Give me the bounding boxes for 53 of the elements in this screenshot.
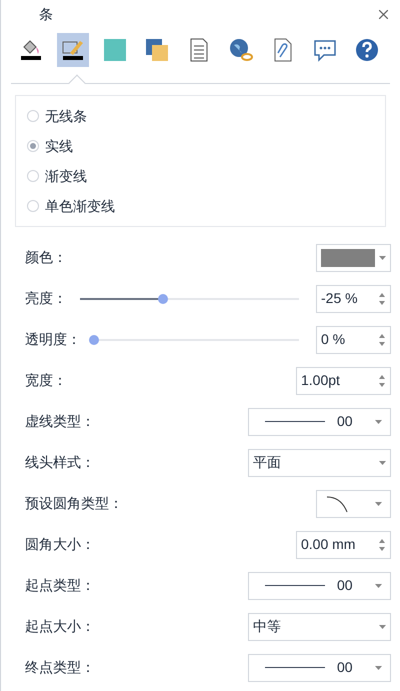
property-label: 透明度： (25, 330, 81, 349)
dropdown[interactable]: 中等 (248, 612, 391, 640)
line-style-dropdown[interactable]: 00 (248, 408, 391, 436)
property-label: 宽度： (25, 371, 67, 390)
line-style-dropdown[interactable]: 00 (248, 654, 391, 682)
property-label: 圆角大小： (25, 535, 95, 554)
radio-button[interactable] (27, 110, 39, 122)
color-picker[interactable] (316, 244, 391, 272)
property-label: 预设圆角类型： (25, 494, 123, 513)
spinner-arrows-icon (378, 372, 386, 388)
caret-icon (375, 666, 382, 670)
property-label: 亮度： (25, 289, 67, 308)
radio-option[interactable]: 单色渐变线 (27, 196, 115, 216)
spinner-arrows-icon (378, 332, 386, 348)
radio-option[interactable]: 无线条 (27, 106, 87, 126)
property-label: 起点大小： (25, 617, 95, 636)
radio-button[interactable] (27, 170, 39, 182)
property-label: 终点类型： (25, 658, 95, 677)
radio-option[interactable]: 渐变线 (27, 166, 87, 186)
curve-icon (325, 494, 349, 514)
line-preview (265, 421, 325, 422)
number-spinner[interactable]: 0 % (316, 326, 391, 354)
caret-icon (379, 256, 386, 260)
caret-icon (375, 584, 382, 588)
caret-icon (379, 460, 386, 464)
dropdown[interactable]: 平面 (248, 448, 391, 476)
slider-thumb[interactable] (89, 334, 99, 344)
line-preview (265, 667, 325, 668)
number-spinner[interactable]: 1.00pt (296, 366, 391, 394)
square-icon (102, 37, 128, 63)
property-label: 起点类型： (25, 576, 95, 595)
property-label: 颜色： (25, 248, 67, 267)
spinner-arrows-icon (378, 290, 386, 306)
radio-button[interactable] (27, 140, 39, 152)
line-style-dropdown[interactable]: 00 (248, 572, 391, 600)
toolbar-button[interactable] (57, 33, 89, 67)
help-icon (354, 37, 380, 63)
caret-icon (379, 624, 386, 628)
line-preview (265, 585, 325, 586)
caret-icon (375, 420, 382, 424)
slider-thumb[interactable] (158, 294, 168, 304)
radio-button[interactable] (27, 200, 39, 212)
panel-title: 条 (39, 4, 53, 24)
close-icon[interactable] (379, 10, 388, 18)
property-label: 虚线类型： (25, 412, 95, 431)
caret-icon (375, 502, 382, 506)
spinner-arrows-icon (378, 536, 386, 552)
property-label: 线头样式： (25, 453, 95, 472)
globe-icon (228, 37, 254, 63)
number-spinner[interactable]: -25 % (316, 284, 391, 312)
radio-option[interactable]: 实线 (27, 136, 73, 156)
layers-icon (144, 37, 170, 63)
number-spinner[interactable]: 0.00 mm (296, 530, 391, 558)
